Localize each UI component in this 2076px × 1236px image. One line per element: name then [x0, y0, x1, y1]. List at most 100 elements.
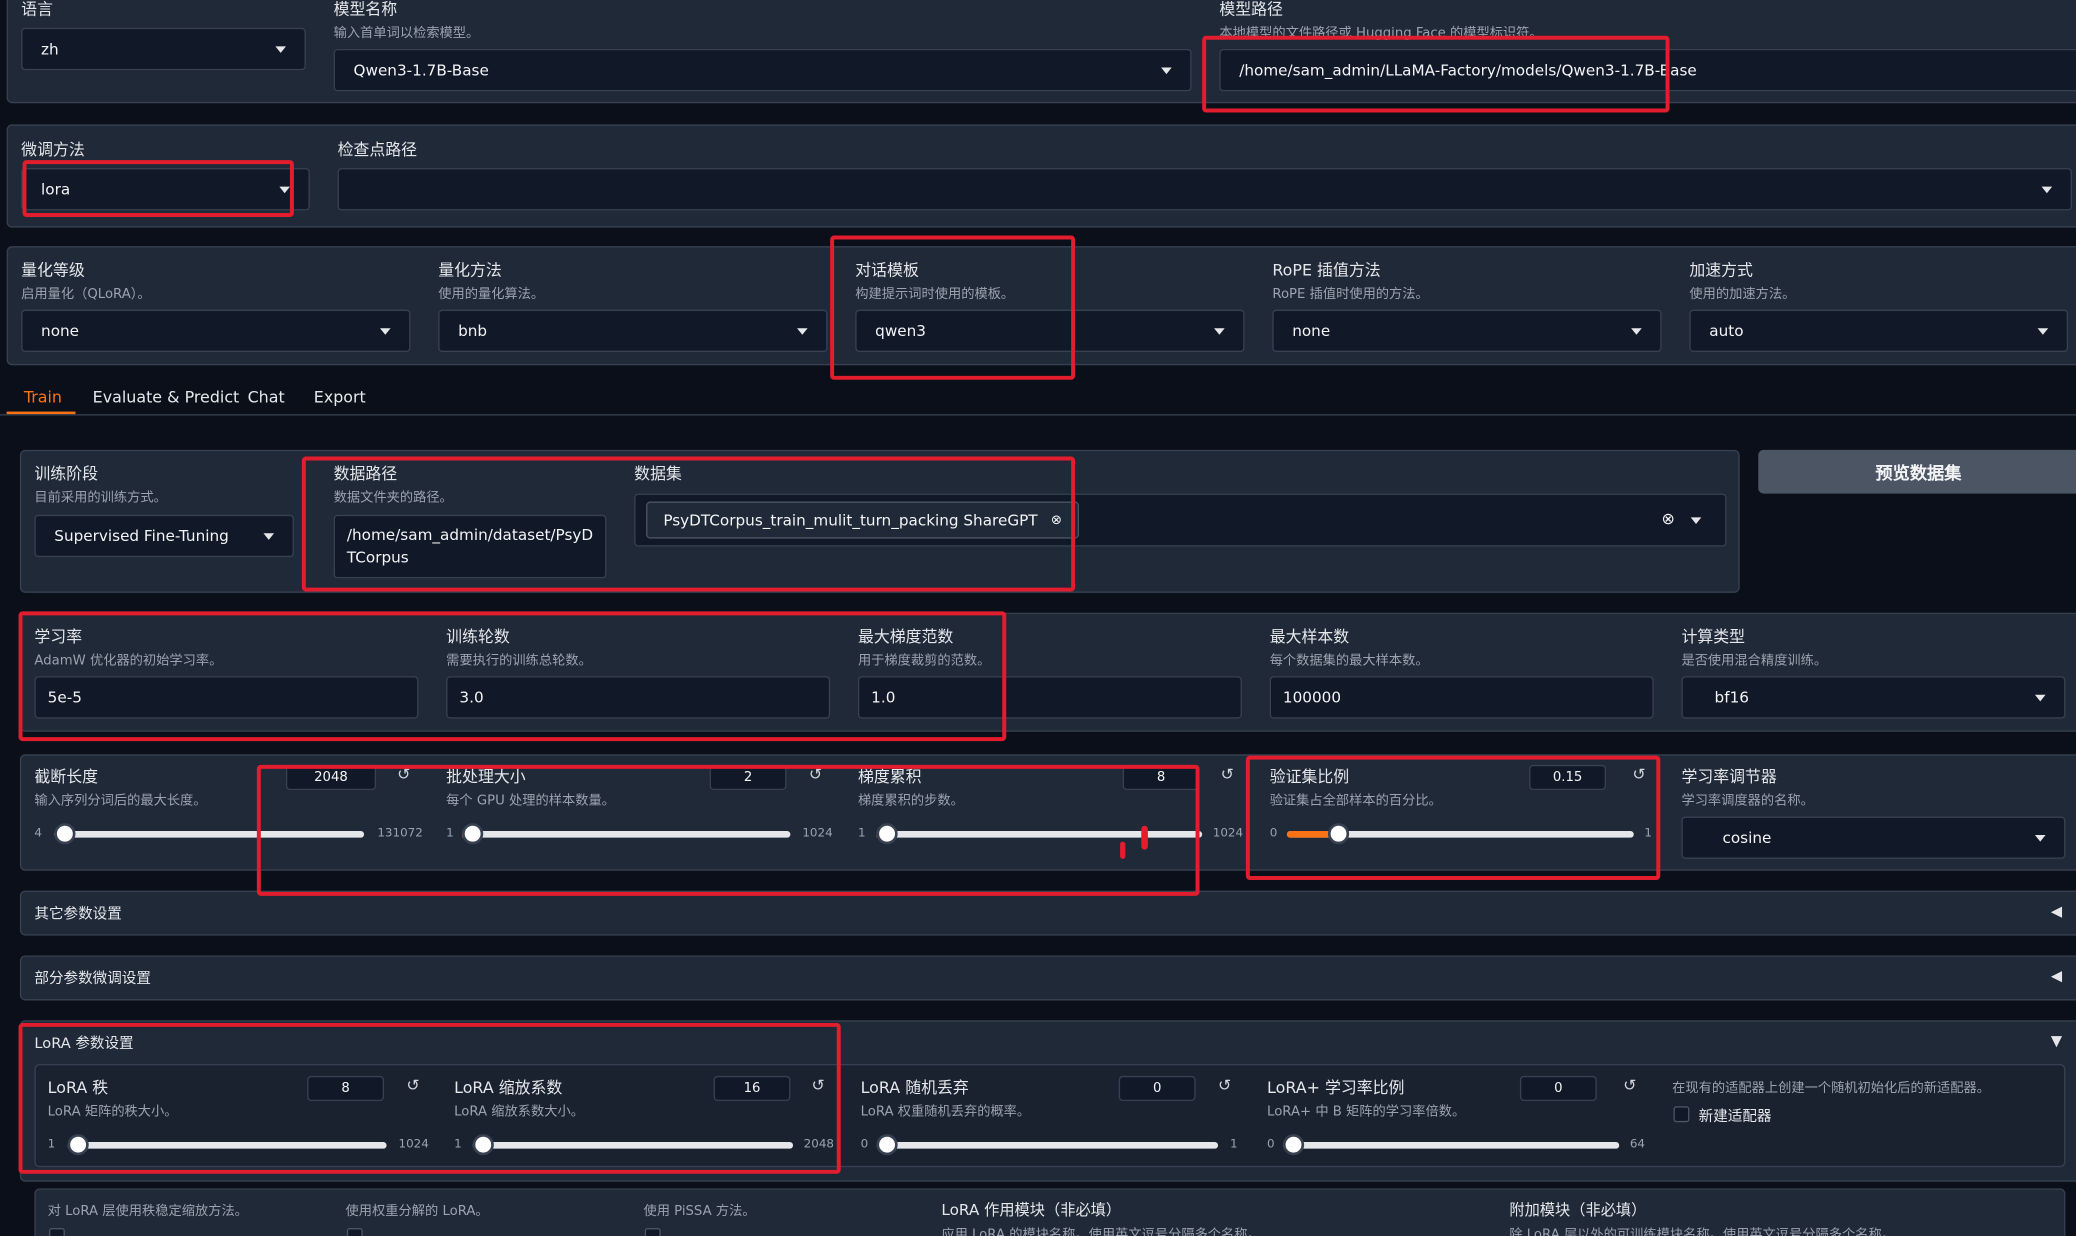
checkpoint-path-dropdown[interactable]	[337, 168, 2073, 211]
chevron-down-icon	[2034, 835, 2046, 842]
model-name-value: Qwen3-1.7B-Base	[353, 60, 489, 80]
highlight-box-batch-params	[256, 764, 1200, 896]
lora-dropout-max: 1	[1229, 1138, 1238, 1152]
language-dropdown[interactable]: zh	[21, 27, 306, 71]
language-label: 语言	[21, 0, 53, 19]
reset-icon[interactable]: ↺	[1215, 1076, 1234, 1095]
highlight-box-dataset	[301, 456, 1076, 592]
dora-checkbox[interactable]	[346, 1228, 363, 1236]
accordion-other-label: 其它参数设置	[34, 905, 122, 923]
booster-value: auto	[1709, 321, 1744, 341]
highlight-box-hyperparams	[18, 611, 1007, 742]
highlight-box-finetune-method	[22, 160, 294, 218]
compute-type-dropdown[interactable]: bf16	[1681, 676, 2066, 719]
additional-target-label: 附加模块（非必填）	[1509, 1200, 1647, 1219]
slider-handle[interactable]	[876, 1134, 898, 1156]
loraplus-ratio-info: LoRA+ 中 B 矩阵的学习率倍数。	[1267, 1104, 1466, 1120]
loraplus-ratio-min: 0	[1267, 1138, 1275, 1152]
chevron-down-icon	[1214, 328, 1225, 335]
compute-type-info: 是否使用混合精度训练。	[1681, 653, 1828, 669]
slider-handle[interactable]	[54, 823, 76, 845]
max-samples-label: 最大样本数	[1269, 627, 1350, 646]
highlight-box-lora	[18, 1022, 841, 1174]
rslora-checkbox[interactable]	[48, 1228, 65, 1236]
rope-value: none	[1292, 321, 1331, 341]
chevron-down-icon	[1631, 328, 1642, 335]
loraplus-ratio-max: 64	[1629, 1138, 1645, 1152]
lora-dropout-slider[interactable]	[876, 1134, 1219, 1156]
quant-bit-label: 量化等级	[21, 260, 85, 280]
tab-evaluate-predict[interactable]: Evaluate & Predict	[93, 388, 240, 407]
max-samples-input[interactable]: 100000	[1269, 676, 1654, 719]
model-name-label: 模型名称	[333, 0, 398, 19]
model-name-info: 输入首单词以检索模型。	[333, 26, 480, 42]
quant-bit-info: 启用量化（QLoRA）。	[21, 287, 151, 302]
chevron-down-icon	[275, 46, 286, 53]
accordion-freeze-label: 部分参数微调设置	[34, 970, 151, 988]
booster-dropdown[interactable]: auto	[1689, 309, 2069, 353]
llama-board-page: 语言 zh 模型名称 输入首单词以检索模型。 Qwen3-1.7B-Base 模…	[0, 0, 2076, 1236]
chevron-down-icon	[797, 328, 808, 335]
quant-bit-dropdown[interactable]: none	[21, 309, 411, 353]
rope-label: RoPE 插值方法	[1272, 260, 1381, 280]
tab-export[interactable]: Export	[314, 388, 366, 407]
model-path-label: 模型路径	[1219, 0, 1283, 19]
tab-train[interactable]: Train	[24, 388, 62, 407]
lr-scheduler-dropdown[interactable]: cosine	[1681, 816, 2066, 859]
language-value: zh	[41, 39, 59, 59]
cutoff-len-info: 输入序列分词后的最大长度。	[34, 794, 207, 809]
caret-down-icon[interactable]: ▼	[2051, 1032, 2062, 1049]
chevron-down-icon	[379, 328, 391, 335]
lora-target-label: LoRA 作用模块（非必填）	[941, 1200, 1122, 1219]
cutoff-len-label: 截断长度	[34, 767, 98, 787]
booster-label: 加速方式	[1689, 260, 1753, 280]
preview-dataset-button[interactable]: 预览数据集	[1758, 449, 2076, 494]
training-stage-value: Supervised Fine-Tuning	[54, 526, 229, 546]
quant-method-dropdown[interactable]: bnb	[438, 309, 828, 353]
highlight-box-template	[830, 235, 1076, 380]
rope-dropdown[interactable]: none	[1272, 309, 1662, 353]
preview-dataset-label: 预览数据集	[1875, 464, 1962, 485]
chevron-down-icon[interactable]	[1690, 517, 1702, 525]
loraplus-ratio-slider[interactable]	[1282, 1134, 1620, 1156]
rope-info: RoPE 插值时使用的方法。	[1272, 287, 1429, 302]
reset-icon[interactable]: ↺	[1621, 1076, 1640, 1095]
lr-scheduler-value: cosine	[1722, 828, 1772, 847]
training-stage-info: 目前采用的训练方式。	[34, 490, 167, 506]
checkpoint-path-label: 检查点路径	[337, 140, 418, 159]
pissa-info: 使用 PiSSA 方法。	[643, 1204, 756, 1219]
pissa-checkbox[interactable]	[644, 1228, 661, 1236]
chevron-down-icon	[2037, 328, 2049, 335]
training-stage-label: 训练阶段	[34, 464, 98, 484]
quant-bit-value: none	[41, 321, 80, 341]
tab-chat[interactable]: Chat	[248, 388, 285, 407]
lora-dropout-number[interactable]: 0	[1118, 1075, 1196, 1102]
loraplus-ratio-label: LoRA+ 学习率比例	[1267, 1078, 1405, 1098]
rslora-info: 对 LoRA 层使用秩稳定缩放方法。	[47, 1204, 248, 1219]
caret-left-icon: ◀	[2050, 967, 2063, 985]
lr-scheduler-label: 学习率调节器	[1681, 767, 1777, 787]
finetune-method-label: 微调方法	[21, 140, 85, 159]
training-stage-dropdown[interactable]: Supervised Fine-Tuning	[34, 514, 294, 558]
grad-accum-max: 1024	[1212, 827, 1244, 841]
quant-method-label: 量化方法	[438, 260, 502, 280]
compute-type-label: 计算类型	[1681, 627, 1746, 646]
quant-method-value: bnb	[458, 321, 488, 341]
compute-type-value: bf16	[1714, 688, 1749, 707]
cutoff-len-min: 4	[34, 827, 43, 841]
quant-method-info: 使用的量化算法。	[438, 287, 545, 302]
max-samples-value: 100000	[1282, 688, 1342, 707]
accordion-freeze-params[interactable]	[19, 955, 2076, 1001]
lora-dropout-label: LoRA 随机丢弃	[860, 1078, 969, 1098]
chevron-down-icon	[2041, 186, 2053, 194]
clear-selection-icon[interactable]: ⊗	[1662, 509, 1675, 528]
chevron-down-icon	[263, 533, 275, 540]
slider-handle[interactable]	[1282, 1134, 1305, 1156]
dora-info: 使用权重分解的 LoRA。	[345, 1204, 489, 1219]
new-adapter-checkbox[interactable]	[1673, 1106, 1690, 1123]
booster-info: 使用的加速方法。	[1689, 287, 1796, 302]
accordion-other-params[interactable]	[19, 890, 2076, 936]
model-name-dropdown[interactable]: Qwen3-1.7B-Base	[333, 48, 1192, 92]
reset-icon[interactable]: ↺	[1218, 765, 1237, 784]
loraplus-ratio-number[interactable]: 0	[1519, 1075, 1597, 1102]
